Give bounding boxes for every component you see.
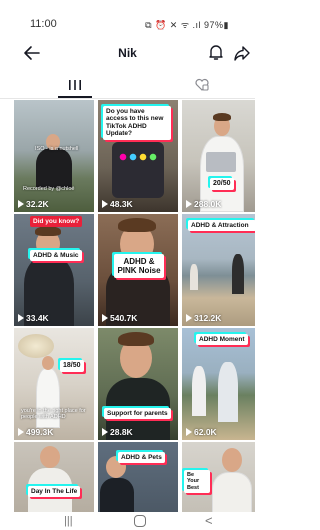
play-icon (18, 314, 24, 322)
video-caption: ADHD & Attraction (188, 220, 255, 232)
view-count: 499.3K (18, 427, 53, 437)
laptop (206, 152, 236, 172)
lamp (18, 334, 54, 358)
view-count-text: 288.0K (194, 199, 222, 209)
view-count-text: 499.3K (26, 427, 54, 437)
play-icon (18, 428, 24, 436)
person-figure (212, 472, 252, 512)
person-face (40, 446, 60, 468)
video-tile[interactable]: 20/50 288.0K (182, 100, 255, 212)
person-hair (35, 226, 61, 236)
app-icons (118, 152, 158, 162)
tab-liked[interactable] (172, 72, 232, 98)
view-count-text: 48.3K (110, 199, 133, 209)
bell-icon[interactable] (206, 42, 226, 62)
person-hair (118, 218, 156, 232)
person-face (42, 356, 54, 370)
profile-tabs (0, 72, 255, 98)
view-count-text: 32.2K (26, 199, 49, 209)
play-icon (18, 200, 24, 208)
video-caption-secondary: Recorded by @chloé (23, 186, 75, 192)
video-tile[interactable]: Do you have access to this new TikTok AD… (98, 100, 178, 212)
view-count: 312.2K (186, 313, 221, 323)
view-count-text: 28.8K (110, 427, 133, 437)
liked-videos-icon (195, 78, 209, 91)
video-tile[interactable]: Be Your Best (182, 442, 255, 512)
play-icon (102, 314, 108, 322)
view-count: 33.4K (18, 313, 49, 323)
video-tile[interactable]: ISO - is a nutshell Recorded by @chloé 3… (14, 100, 94, 212)
system-nav-bar: ||| < (0, 512, 255, 530)
video-caption: Do you have access to this new TikTok AD… (103, 106, 171, 140)
view-count: 288.0K (186, 199, 221, 209)
video-tile[interactable]: ADHD & Attraction 312.2K (182, 214, 255, 326)
view-count: 62.0K (186, 427, 217, 437)
video-caption: ADHD & Pets (118, 452, 165, 464)
view-count: 28.8K (102, 427, 133, 437)
person-figure (192, 366, 206, 416)
system-back-button[interactable]: < (205, 513, 213, 528)
phone-screen (112, 142, 164, 198)
play-icon (186, 314, 192, 322)
view-count: 540.7K (102, 313, 137, 323)
video-caption-secondary: Did you know? (30, 216, 83, 228)
play-icon (102, 200, 108, 208)
person-figure (232, 254, 244, 294)
person-hair (213, 113, 231, 121)
view-count-text: 312.2K (194, 313, 222, 323)
video-tile[interactable]: Day In The Life (14, 442, 94, 512)
profile-header: Nik (0, 40, 255, 68)
view-count: 48.3K (102, 199, 133, 209)
video-tile[interactable]: 18/50 you're in the right place for peop… (14, 328, 94, 440)
video-tile[interactable]: ADHD Moment 62.0K (182, 328, 255, 440)
tab-videos[interactable] (45, 72, 105, 98)
person-figure (218, 362, 238, 422)
view-count: 32.2K (18, 199, 49, 209)
video-caption: ADHD & Music (30, 250, 82, 262)
person-face (222, 448, 242, 472)
video-caption: 20/50 (210, 178, 234, 191)
video-caption: ADHD & PINK Noise (114, 254, 164, 279)
videos-grid-icon (69, 80, 81, 90)
video-caption: Day In The Life (28, 486, 81, 498)
video-caption: ADHD Moment (196, 334, 248, 346)
status-time: 11:00 (30, 18, 57, 30)
video-grid: ISO - is a nutshell Recorded by @chloé 3… (14, 100, 255, 512)
video-tile[interactable]: Support for parents 28.8K (98, 328, 178, 440)
status-icons: ⧉ ⏰ ✕ ᯤ .ıl 97%▮ (145, 20, 229, 30)
view-count-text: 33.4K (26, 313, 49, 323)
status-bar: 11:00 ⧉ ⏰ ✕ ᯤ .ıl 97%▮ (0, 0, 255, 40)
video-caption: 18/50 (60, 360, 84, 373)
view-count-text: 62.0K (194, 427, 217, 437)
home-button[interactable] (134, 515, 146, 527)
video-tile[interactable]: ADHD & PINK Noise 540.7K (98, 214, 178, 326)
recent-apps-button[interactable]: ||| (64, 515, 73, 527)
play-icon (102, 428, 108, 436)
video-tile[interactable]: Did you know? ADHD & Music 33.4K (14, 214, 94, 326)
view-count-text: 540.7K (110, 313, 138, 323)
video-caption: Be Your Best (184, 470, 210, 493)
video-caption: Support for parents (104, 408, 171, 420)
video-tile[interactable]: ADHD & Pets (98, 442, 178, 512)
play-icon (186, 428, 192, 436)
person-hair (118, 332, 154, 346)
video-caption: ISO - is a nutshell (35, 146, 79, 152)
person-figure (190, 264, 198, 290)
video-caption-secondary: you're in the right place for people wit… (21, 408, 86, 421)
tabs-divider (0, 98, 255, 99)
play-icon (186, 200, 192, 208)
person-figure (100, 478, 134, 512)
share-icon[interactable] (232, 43, 252, 63)
